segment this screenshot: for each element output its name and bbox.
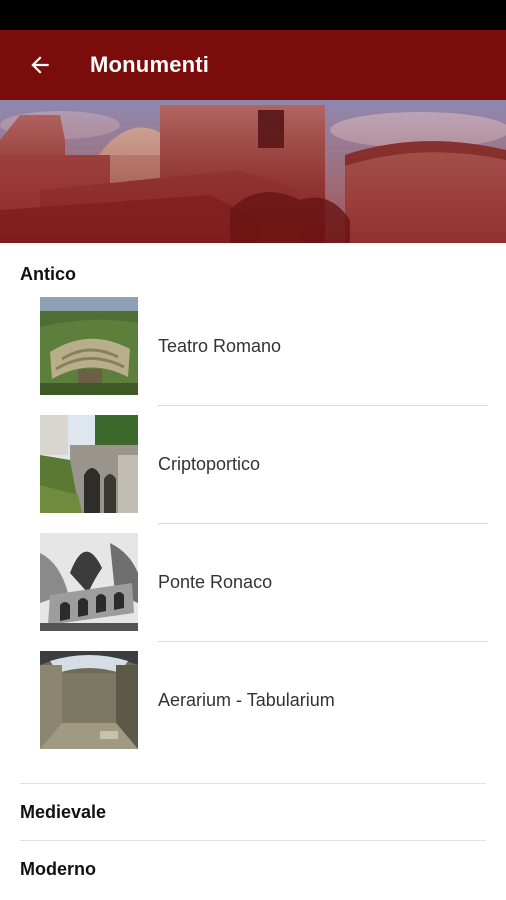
list-item-label: Teatro Romano [158,335,282,356]
arrow-back-icon [31,56,49,74]
list-item-teatro-romano[interactable]: Teatro Romano [0,297,506,415]
divider [158,405,488,406]
status-bar [0,0,506,30]
teatro-romano-thumbnail [40,297,138,395]
app-bar: Monumenti [0,30,506,100]
section-header-moderno[interactable]: Moderno [0,841,506,897]
header-banner-image [0,100,506,243]
list-item-label: Ponte Ronaco [158,571,273,592]
section-header-medievale[interactable]: Medievale [0,784,506,840]
list-item-label: Aerarium - Tabularium [158,689,335,710]
ponte-ronaco-thumbnail [40,533,138,631]
list-item-aerarium-tabularium[interactable]: Aerarium - Tabularium [0,651,506,769]
divider [158,641,488,642]
monument-list: Antico Teatro Romano Criptoportico Ponte… [0,243,506,897]
list-item-criptoportico[interactable]: Criptoportico [0,415,506,533]
criptoportico-thumbnail [40,415,138,513]
divider [158,523,488,524]
list-item-ponte-ronaco[interactable]: Ponte Ronaco [0,533,506,651]
back-button[interactable] [0,30,80,100]
section-header-antico[interactable]: Antico [0,243,506,297]
aerarium-tabularium-thumbnail [40,651,138,749]
page-title: Monumenti [90,52,210,77]
list-item-label: Criptoportico [158,453,261,474]
